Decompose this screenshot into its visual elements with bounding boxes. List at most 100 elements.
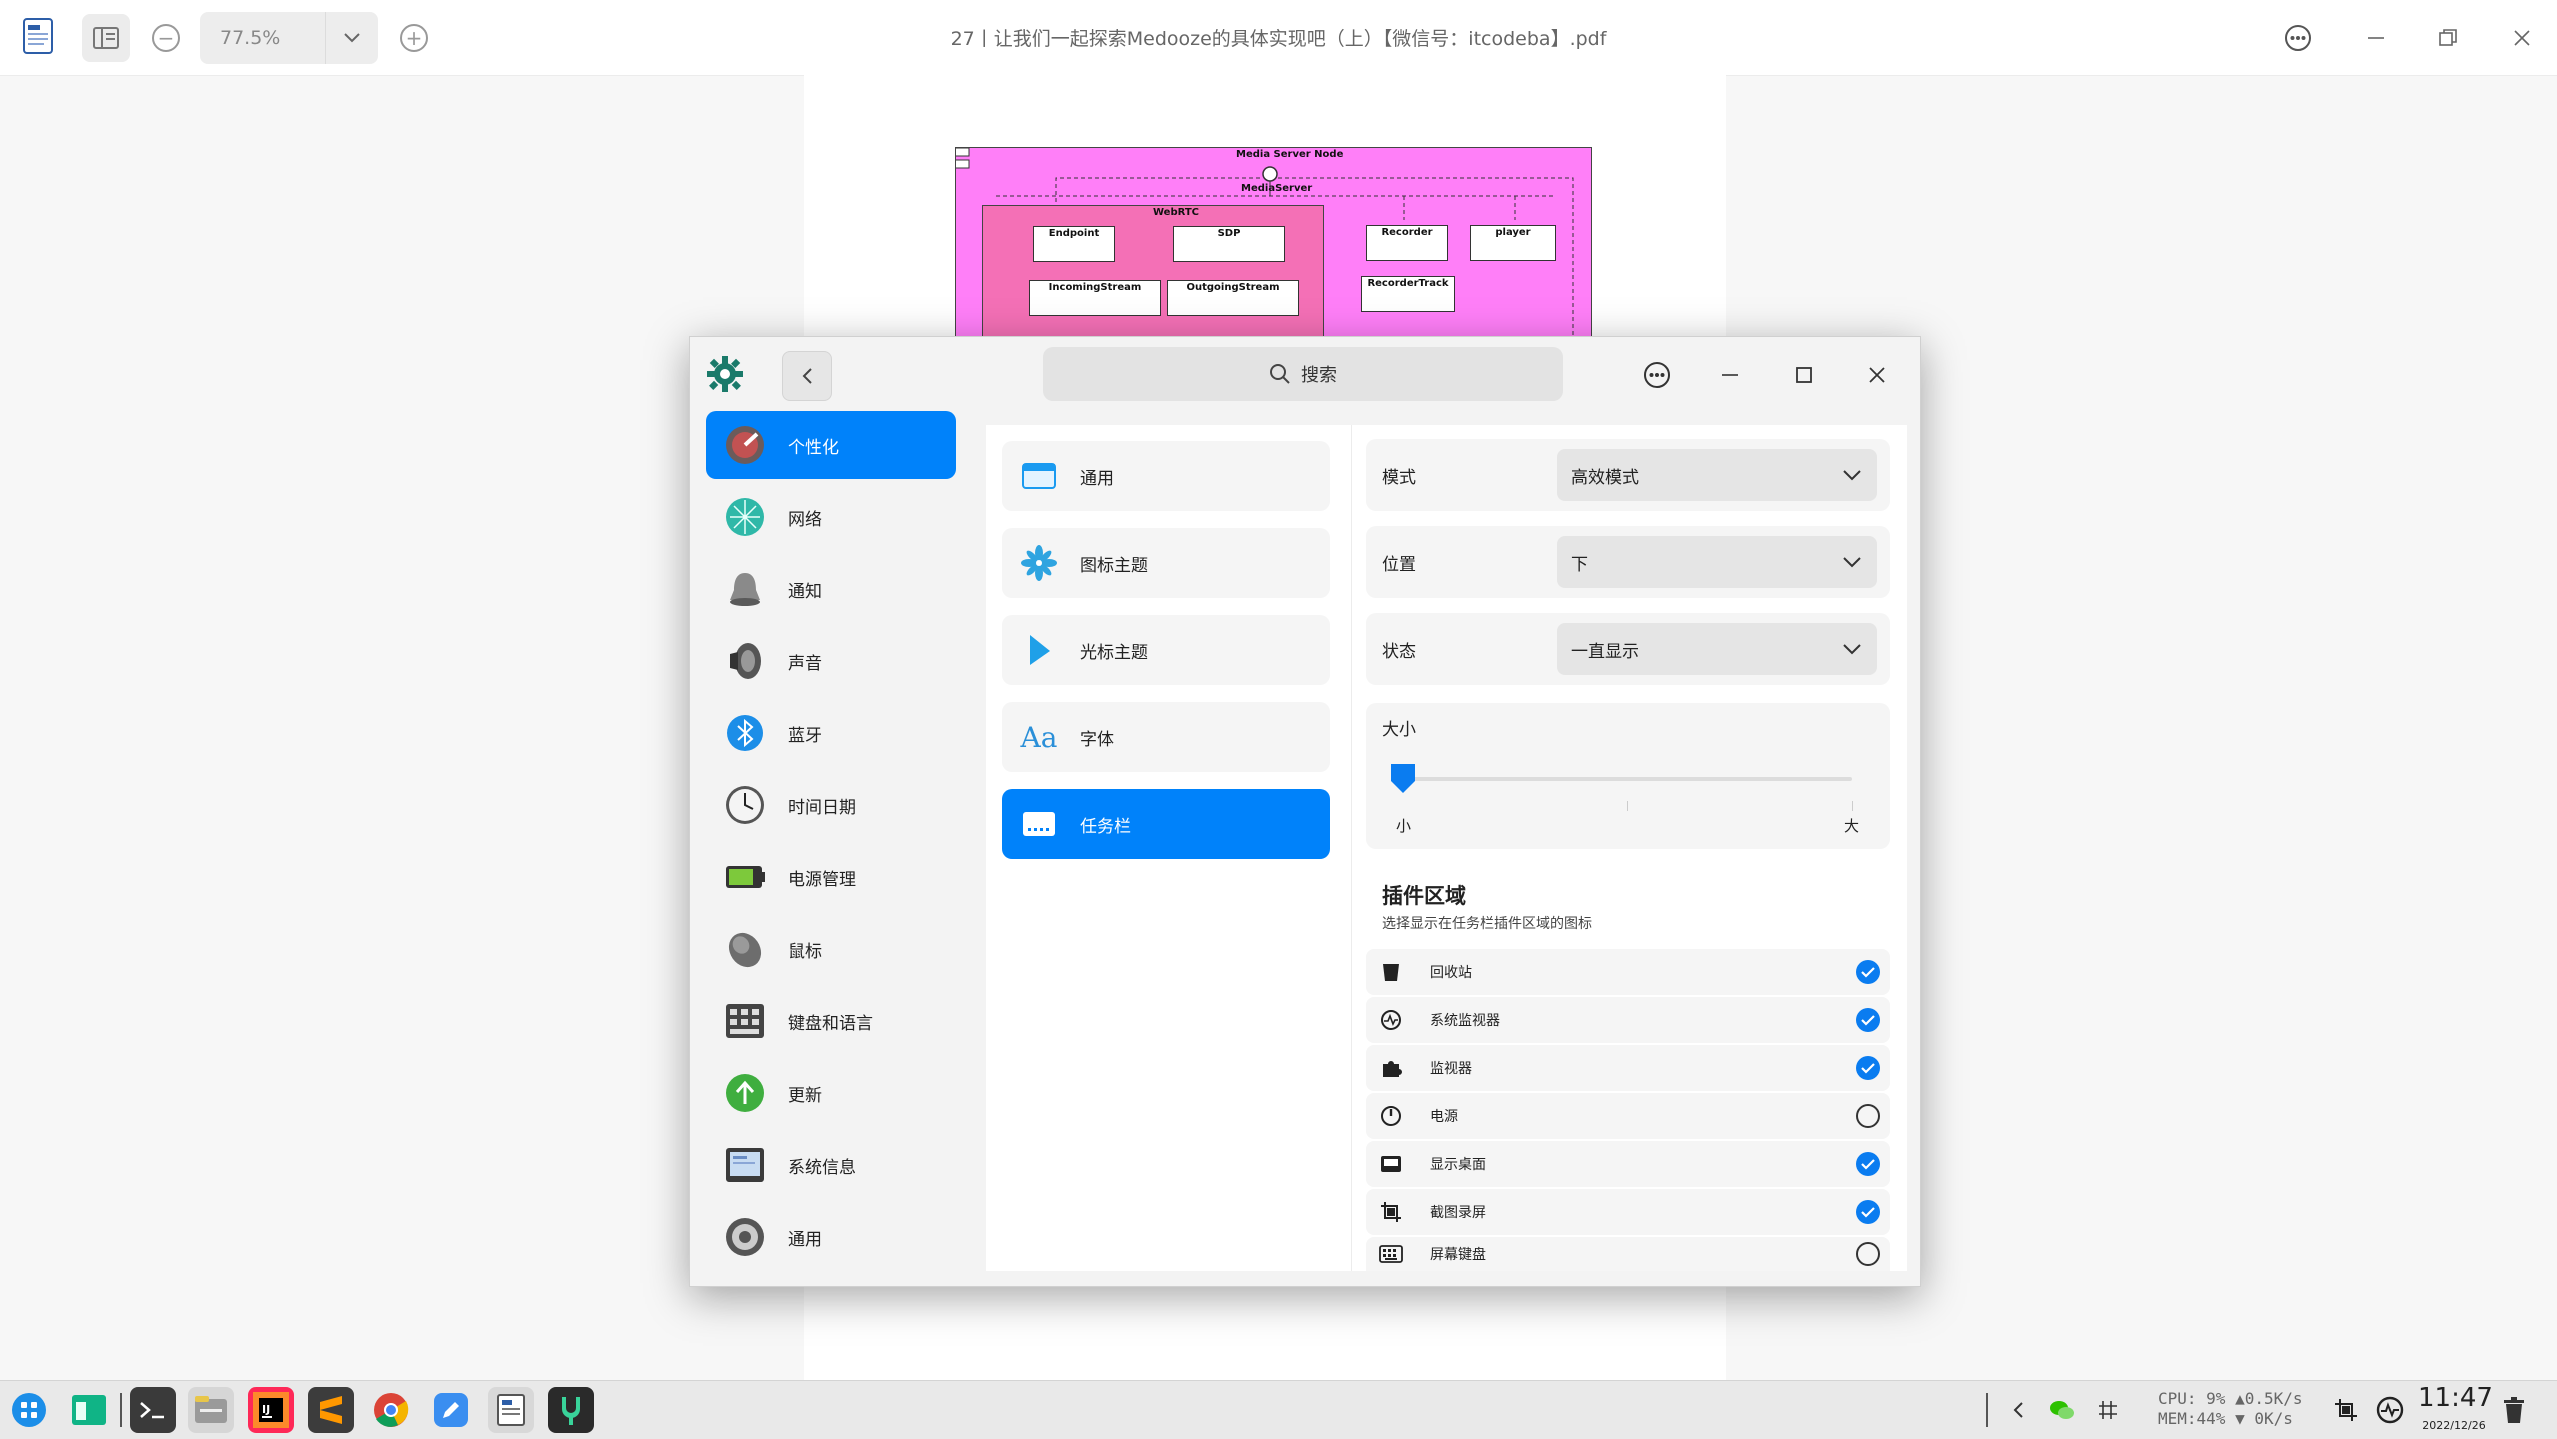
sublime-text-icon[interactable] (308, 1387, 354, 1433)
system-monitor-tray-icon[interactable] (2370, 1387, 2410, 1433)
file-manager-icon[interactable] (188, 1387, 234, 1433)
keyboard-icon (1378, 1241, 1404, 1267)
chevron-down-icon (1827, 556, 1877, 568)
plugin-row-show-desktop[interactable]: 显示桌面 (1366, 1141, 1890, 1187)
minimize-icon (2368, 37, 2384, 39)
sidebar-item-power[interactable]: 电源管理 (706, 843, 956, 911)
subnav-item-taskbar[interactable]: 任务栏 (1002, 789, 1330, 859)
sidebar-item-mouse[interactable]: 鼠标 (706, 915, 956, 983)
bluetooth-icon (722, 710, 768, 756)
plugin-row-trash[interactable]: 回收站 (1366, 949, 1890, 995)
minus-icon: − (152, 24, 180, 52)
sidebar-item-notification[interactable]: 通知 (706, 555, 956, 623)
search-icon (1270, 364, 1290, 384)
settings-minimize-button[interactable] (1706, 351, 1754, 399)
viewer-close-button[interactable] (2504, 20, 2540, 56)
cpu-stat: CPU: 9% ▲0.5K/s (2158, 1389, 2303, 1408)
plugin-checkbox[interactable] (1856, 1242, 1880, 1266)
sidebar-item-bluetooth[interactable]: 蓝牙 (706, 699, 956, 767)
thumbnail-toggle-button[interactable] (82, 14, 130, 62)
sidebar-item-personalization[interactable]: 个性化 (706, 411, 956, 479)
sidebar-item-system-info[interactable]: 系统信息 (706, 1131, 956, 1199)
subnav-item-general[interactable]: 通用 (1002, 441, 1330, 511)
plugin-checkbox[interactable] (1856, 1152, 1880, 1176)
more-icon (2285, 25, 2311, 51)
sidebar-item-update[interactable]: 更新 (706, 1059, 956, 1127)
trash-tray-icon[interactable] (2494, 1387, 2534, 1433)
close-icon (2514, 30, 2530, 46)
screenshot-tray-icon[interactable] (2326, 1387, 2366, 1433)
position-select[interactable]: 下 (1557, 536, 1877, 588)
position-value: 下 (1571, 554, 1588, 575)
clock-time[interactable]: 11:47 (2418, 1383, 2493, 1413)
plugin-row-power[interactable]: 电源 (1366, 1093, 1890, 1139)
mem-stat: MEM:44% ▼ 0K/s (2158, 1409, 2293, 1428)
document-viewer-app-icon[interactable] (20, 16, 56, 56)
subnav-item-icon-theme[interactable]: 图标主题 (1002, 528, 1330, 598)
plugin-checkbox[interactable] (1856, 1056, 1880, 1080)
viewer-restore-button[interactable] (2430, 20, 2466, 56)
state-select[interactable]: 一直显示 (1557, 623, 1877, 675)
settings-maximize-button[interactable] (1780, 351, 1828, 399)
plugin-checkbox[interactable] (1856, 1200, 1880, 1224)
diagram-box-outgoingstream: OutgoingStream (1167, 280, 1299, 316)
general-icon (722, 1214, 768, 1260)
sidebar-item-label: 鼠标 (788, 941, 822, 962)
close-icon (1869, 367, 1885, 383)
sidebar-item-network[interactable]: 网络 (706, 483, 956, 551)
zoom-out-button[interactable]: − (152, 24, 180, 52)
viewer-menu-button[interactable] (2280, 20, 2316, 56)
plugin-row-system-monitor[interactable]: 系统监视器 (1366, 997, 1890, 1043)
trash-icon (1378, 959, 1404, 985)
wechat-tray-icon[interactable] (2044, 1387, 2080, 1433)
plugin-row-monitor[interactable]: 监视器 (1366, 1045, 1890, 1091)
editor-icon[interactable] (428, 1387, 474, 1433)
terminal-icon[interactable] (130, 1387, 176, 1433)
viewer-minimize-button[interactable] (2358, 20, 2394, 56)
intellij-icon[interactable]: IJ (248, 1387, 294, 1433)
settings-menu-button[interactable] (1633, 351, 1681, 399)
back-button[interactable] (782, 351, 832, 401)
document-title: 27丨让我们一起探索Medooze的具体实现吧（上）【微信号：itcodeba】… (950, 28, 1607, 50)
state-value: 一直显示 (1571, 641, 1639, 662)
tray-expand-button[interactable] (2000, 1387, 2036, 1433)
settings-close-button[interactable] (1853, 351, 1901, 399)
sidebar-item-label: 网络 (788, 509, 822, 530)
size-slider-handle[interactable] (1388, 761, 1418, 795)
plugin-checkbox[interactable] (1856, 960, 1880, 984)
diagram-box-recordertrack: RecorderTrack (1361, 276, 1455, 312)
sidebar-item-label: 个性化 (788, 437, 839, 458)
sidebar-item-datetime[interactable]: 时间日期 (706, 771, 956, 839)
chrome-icon[interactable] (368, 1387, 414, 1433)
plugin-label: 回收站 (1430, 965, 1472, 981)
launcher-icon[interactable] (6, 1387, 52, 1433)
document-viewer-icon[interactable] (488, 1387, 534, 1433)
screenshot-icon (1378, 1199, 1404, 1225)
sidebar-item-keyboard[interactable]: 键盘和语言 (706, 987, 956, 1055)
workspace-icon[interactable] (66, 1387, 112, 1433)
search-input[interactable]: 搜索 (1043, 347, 1563, 401)
plugin-row-screenshot[interactable]: 截图录屏 (1366, 1189, 1890, 1235)
maximize-icon (1796, 367, 1812, 383)
subnav-item-cursor-theme[interactable]: 光标主题 (1002, 615, 1330, 685)
size-slider-track[interactable] (1402, 777, 1852, 781)
sidebar-item-sound[interactable]: 声音 (706, 627, 956, 695)
chevron-left-icon (802, 368, 812, 384)
control-center-taskbar-icon[interactable] (548, 1387, 594, 1433)
system-info-icon (722, 1142, 768, 1188)
plugin-checkbox[interactable] (1856, 1008, 1880, 1032)
plugin-row-onscreen-keyboard[interactable]: 屏幕键盘 (1366, 1237, 1890, 1271)
mode-select[interactable]: 高效模式 (1557, 449, 1877, 501)
taskbar-divider (120, 1393, 122, 1427)
subnav-item-label: 图标主题 (1080, 555, 1148, 576)
subnav-item-font[interactable]: Aa 字体 (1002, 702, 1330, 772)
plugin-checkbox[interactable] (1856, 1104, 1880, 1128)
puzzle-icon (1378, 1055, 1404, 1081)
sidebar-item-general[interactable]: 通用 (706, 1203, 956, 1271)
zoom-in-button[interactable]: + (400, 24, 428, 52)
personalization-subnav: 通用 图标主题 光标主题 Aa 字体 任务栏 (986, 425, 1351, 1271)
input-method-icon[interactable] (2090, 1387, 2126, 1433)
zoom-select[interactable]: 77.5% (200, 12, 378, 64)
subnav-item-label: 光标主题 (1080, 642, 1148, 663)
power-icon (1378, 1103, 1404, 1129)
